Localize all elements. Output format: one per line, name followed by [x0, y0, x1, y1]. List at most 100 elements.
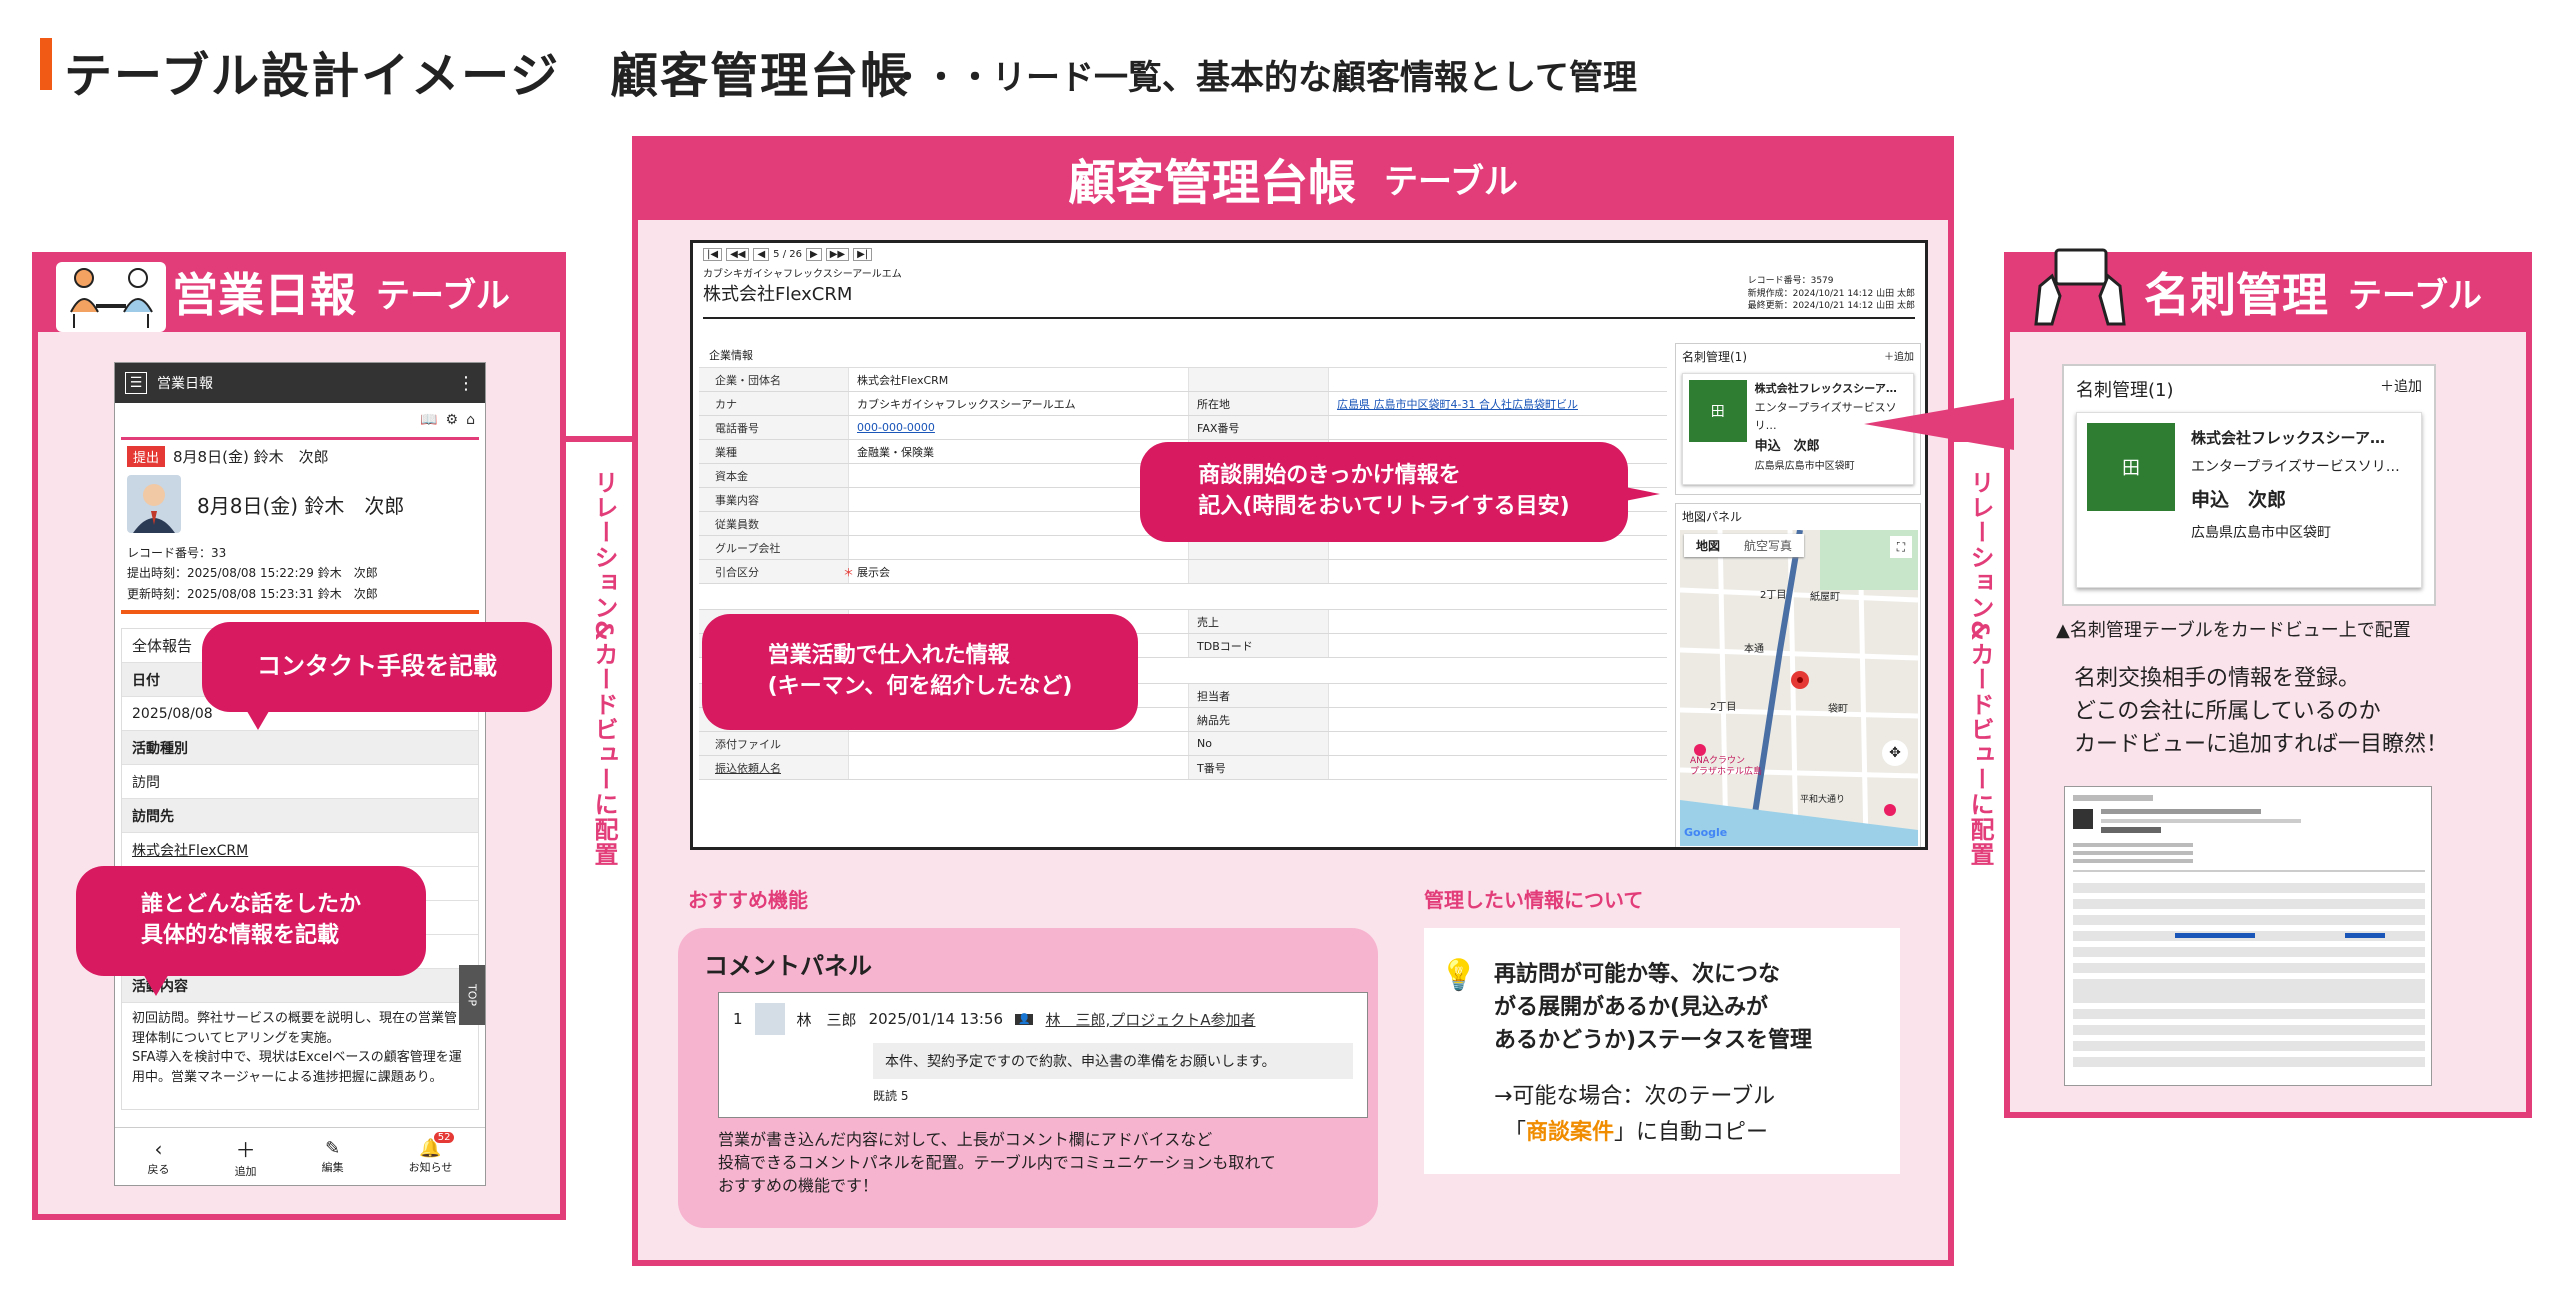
company-name: 株式会社FlexCRM: [703, 284, 853, 305]
plus-icon: ＋: [235, 1138, 256, 1162]
company-kana: カブシキガイシャフレックスシーアールエム: [703, 269, 902, 280]
comment-panel-box: コメントパネル 1 林 三郎 2025/01/14 13:56 👤 林 三郎,プ…: [678, 928, 1378, 1228]
field-label: 資本金: [699, 464, 849, 487]
manage-label: 管理したい情報について: [1424, 888, 1644, 912]
sales-report-panel: 営業日報 テーブル ☰ 営業日報 ⋮ 📖 ⚙ ⌂ 提出 8月8日(金) 鈴木 次…: [32, 252, 566, 1220]
field-label: 電話番号: [699, 416, 849, 439]
field-value[interactable]: [1329, 732, 1667, 755]
field-value[interactable]: 展示会: [849, 560, 1189, 583]
form-row: 電話番号 000-000-0000 FAX番号: [699, 416, 1667, 440]
field-label: 振込依頼人名: [699, 756, 849, 779]
callout-tail: [244, 706, 272, 730]
lightbulb-icon: 💡: [1440, 958, 1478, 993]
record-screen: |◀ ◀◀ ◀ 5 / 26 ▶ ▶▶ ▶| カブシキガイシャフレックスシーアー…: [690, 240, 1928, 850]
field-value[interactable]: [849, 512, 1189, 535]
field-value[interactable]: [1329, 416, 1667, 439]
map-label: 2丁目: [1710, 702, 1737, 713]
app-bar: ☰ 営業日報 ⋮: [115, 363, 485, 403]
field-value[interactable]: [1329, 756, 1667, 779]
field-value[interactable]: [849, 732, 1189, 755]
comment-mention[interactable]: 林 三郎,プロジェクトA参加者: [1045, 1009, 1255, 1030]
more-vert-icon[interactable]: ⋮: [457, 373, 475, 394]
callout-trigger-info: 商談開始のきっかけ情報を 記入(時間をおいてリトライする目安): [1140, 442, 1628, 542]
field-value[interactable]: [1329, 708, 1667, 731]
title-accent-bar: [40, 38, 52, 90]
form-row: 企業・団体名 株式会社FlexCRM: [699, 368, 1667, 392]
callout-tail: [142, 972, 170, 996]
customer-ledger-panel: 顧客管理台帳 テーブル |◀ ◀◀ ◀ 5 / 26 ▶ ▶▶ ▶| カブシキガ…: [632, 136, 1954, 1266]
home-icon[interactable]: ⌂: [466, 412, 475, 428]
business-card-title-suffix: テーブル: [2348, 275, 2482, 316]
map-label: 平和大通り: [1800, 795, 1846, 805]
field-label: T番号: [1189, 756, 1329, 779]
relation-label-right: リレーション&カードビューに配置: [1966, 470, 1994, 867]
field-value[interactable]: 000-000-0000: [849, 416, 1189, 439]
record-header: カブシキガイシャフレックスシーアールエム 株式会社FlexCRM レコード番号：…: [703, 265, 1915, 319]
field-value[interactable]: [849, 488, 1189, 511]
updated-time: 更新時刻：2025/08/08 15:23:31 鈴木 次郎: [127, 586, 378, 601]
field-value[interactable]: [849, 756, 1189, 779]
card-item[interactable]: 田 株式会社フレックスシーア… エンタープライズサービスソリ… 申込 次郎 広島…: [2076, 412, 2422, 588]
prev-page-icon[interactable]: ◀◀: [726, 247, 750, 261]
nav-notify[interactable]: 🔔 お知らせ 52: [409, 1132, 455, 1175]
field-value[interactable]: [1329, 610, 1667, 633]
field-value[interactable]: [1329, 634, 1667, 657]
card-avatar: 田: [1689, 380, 1747, 442]
field-label: [1189, 368, 1329, 391]
map-view[interactable]: 地図 航空写真 ⛶ 2丁目 紙屋町 本通 袋町 2丁目 ANAクラウン プラザホ…: [1680, 530, 1918, 846]
next-page-icon[interactable]: ▶▶: [825, 247, 850, 261]
first-record-icon[interactable]: |◀: [703, 247, 723, 261]
record-position: 5 / 26: [773, 248, 802, 260]
callout-contact-method: コンタクト手段を記載: [202, 622, 552, 712]
nav-add[interactable]: ＋追加: [235, 1134, 257, 1179]
card-dept: エンタープライズサービスソリ…: [2191, 459, 2400, 475]
card-person: 申込 次郎: [2191, 489, 2287, 511]
field-label: 売上: [1189, 610, 1329, 633]
fullscreen-icon[interactable]: ⛶: [1890, 536, 1912, 558]
field-value[interactable]: [1329, 560, 1667, 583]
nav-back[interactable]: ‹ 戻る: [148, 1137, 170, 1177]
submitted-time: 提出時刻：2025/08/08 15:22:29 鈴木 次郎: [127, 566, 378, 581]
comment-read[interactable]: 既読 5: [873, 1087, 1353, 1104]
top-button[interactable]: TOP: [459, 965, 485, 1025]
map-label: 紙屋町: [1810, 592, 1840, 603]
next-record-icon[interactable]: ▶: [805, 247, 822, 261]
field-value[interactable]: カブシキガイシャフレックスシーアールエム: [849, 392, 1189, 415]
callout-tail: [1620, 486, 1660, 502]
field-value[interactable]: 広島県 広島市中区袋町4-31 合人社広島袋町ビル: [1329, 392, 1667, 415]
field-value[interactable]: [1329, 684, 1667, 707]
card-add-button[interactable]: ＋追加: [2380, 376, 2422, 402]
move-icon[interactable]: ✥: [1882, 740, 1908, 766]
prev-record-icon[interactable]: ◀: [753, 247, 770, 261]
book-icon[interactable]: 📖: [420, 412, 437, 428]
field-value[interactable]: [1329, 368, 1667, 391]
field-value[interactable]: 金融業・保険業: [849, 440, 1189, 463]
created-time: 新規作成：2024/10/21 14:12 山田 太郎: [1747, 288, 1915, 299]
nav-edit[interactable]: ✎ 編集: [322, 1138, 344, 1175]
field-value[interactable]: 株式会社FlexCRM: [849, 368, 1189, 391]
gear-icon[interactable]: ⚙: [446, 412, 459, 428]
field-label: [1189, 560, 1329, 583]
activity-type-value[interactable]: 訪問: [122, 765, 478, 800]
manage-arrow: →可能な場合：次のテーブル: [1494, 1084, 1776, 1109]
field-value[interactable]: [849, 536, 1189, 559]
manage-copy: 「商談案件」に自動コピー: [1504, 1120, 1769, 1145]
main-date: 8月8日(金) 鈴木 次郎: [197, 493, 405, 518]
card-add-button[interactable]: ＋追加: [1884, 348, 1914, 365]
comment-avatar: [754, 1003, 785, 1035]
comment-text: 本件、契約予定ですので約款、申込書の準備をお願いします。: [873, 1043, 1353, 1079]
last-record-icon[interactable]: ▶|: [853, 247, 873, 261]
recommend-label: おすすめ機能: [688, 888, 808, 912]
visit-value[interactable]: 株式会社FlexCRM: [122, 833, 478, 868]
menu-icon[interactable]: ☰: [125, 372, 147, 394]
card-panel-title: 名刺管理(1): [1682, 350, 1747, 364]
field-value[interactable]: [849, 464, 1189, 487]
sales-report-title: 営業日報: [172, 268, 356, 322]
pointer-arrow: [1864, 398, 2014, 450]
sales-report-title-suffix: テーブル: [376, 275, 510, 316]
map-tab[interactable]: 地図: [1684, 534, 1732, 557]
record-navigator: |◀ ◀◀ ◀ 5 / 26 ▶ ▶▶ ▶|: [693, 243, 1925, 265]
satellite-tab[interactable]: 航空写真: [1732, 534, 1804, 557]
field-label: 事業内容: [699, 488, 849, 511]
callout-sales-info: 営業活動で仕入れた情報 (キーマン、何を紹介したなど): [702, 614, 1138, 730]
